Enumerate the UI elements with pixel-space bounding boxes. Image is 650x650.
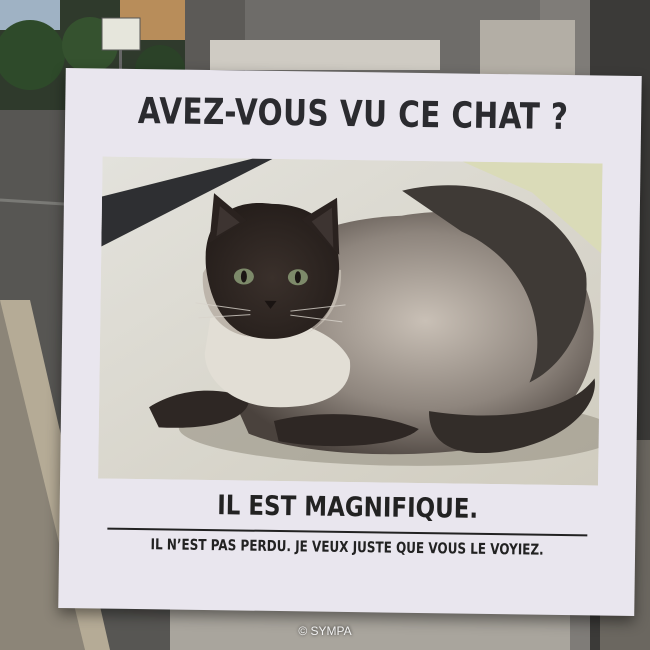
street-scene: AVEZ-VOUS VU CE CHAT ? IL EST MAGNIFIQUE… — [0, 0, 650, 650]
lost-cat-poster: AVEZ-VOUS VU CE CHAT ? IL EST MAGNIFIQUE… — [58, 68, 642, 616]
watermark-credit: © SYMPA — [298, 624, 352, 638]
street-sign — [101, 17, 141, 51]
cat-photo — [98, 156, 603, 486]
poster-footnote: IL N’EST PAS PERDU. JE VEUX JUSTE QUE VO… — [150, 535, 544, 559]
poster-subheadline: IL EST MAGNIFIQUE. — [217, 490, 479, 525]
poster-headline: AVEZ-VOUS VU CE CHAT ? — [137, 91, 569, 139]
